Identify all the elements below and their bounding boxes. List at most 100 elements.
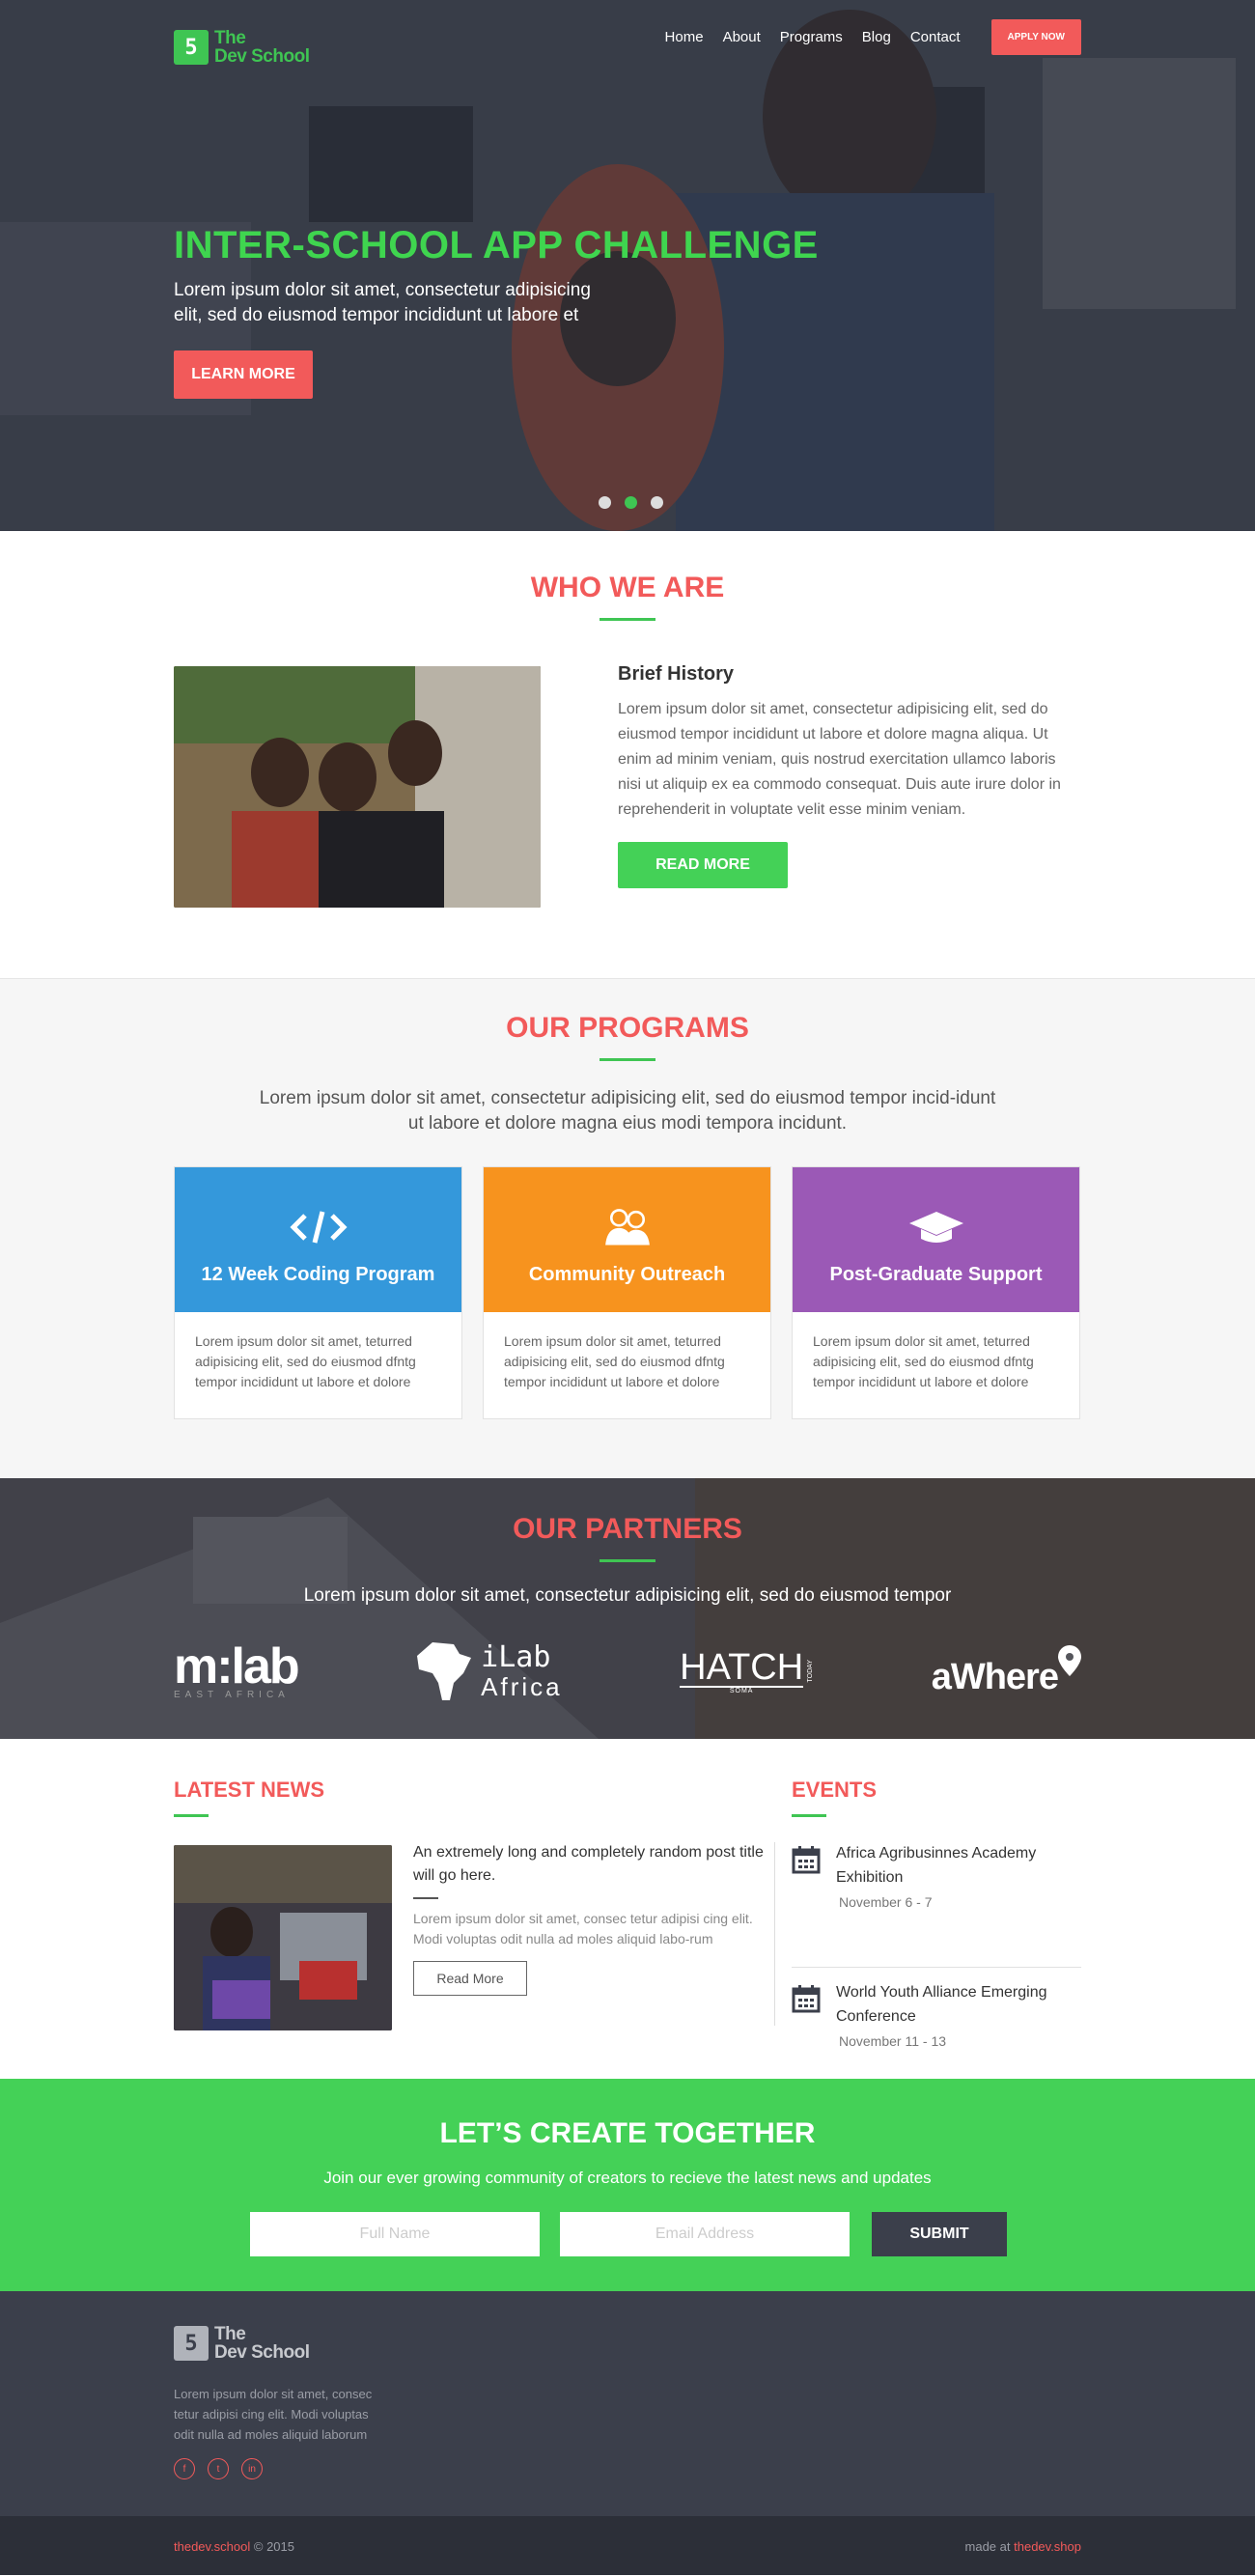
site-logo[interactable]: 5 The Dev School bbox=[174, 28, 310, 67]
signup-form: SUBMIT bbox=[250, 2212, 1007, 2256]
event-date: November 11 - 13 bbox=[839, 2033, 947, 2049]
nav-programs[interactable]: Programs bbox=[780, 29, 843, 45]
twitter-icon[interactable]: t bbox=[208, 2458, 229, 2479]
carousel-dot-1[interactable] bbox=[599, 496, 611, 509]
facebook-icon[interactable]: f bbox=[174, 2458, 195, 2479]
nav-contact[interactable]: Contact bbox=[910, 29, 961, 45]
logo-text: The Dev School bbox=[214, 28, 310, 67]
program-card-text: Lorem ipsum dolor sit amet, teturred adi… bbox=[195, 1333, 416, 1389]
program-card-title: Community Outreach bbox=[528, 1264, 726, 1285]
title-underline bbox=[600, 618, 655, 621]
learn-more-button[interactable]: LEARN MORE bbox=[174, 350, 313, 399]
copyright: thedev.school © 2015 bbox=[174, 2539, 294, 2554]
program-card-postgrad[interactable]: Post-Graduate Support Lorem ipsum dolor … bbox=[792, 1166, 1080, 1419]
programs-title: OUR PROGRAMS bbox=[506, 1012, 749, 1044]
footer-bottom-bar: thedev.school © 2015 made at thedev.shop bbox=[0, 2516, 1255, 2575]
partner-logo-ilab-sub: Africa bbox=[481, 1672, 563, 1701]
partner-logo-awhere-name: aWhere bbox=[931, 1656, 1059, 1697]
graduation-cap-icon bbox=[908, 1212, 963, 1243]
email-input[interactable] bbox=[560, 2212, 850, 2256]
cta-subtitle: Join our ever growing community of creat… bbox=[323, 2169, 932, 2187]
brief-history-text: Lorem ipsum dolor sit amet, consectetur … bbox=[618, 701, 1061, 818]
carousel-dot-2[interactable] bbox=[625, 496, 637, 509]
nav-about[interactable]: About bbox=[723, 29, 761, 45]
logo-line1: The bbox=[214, 2324, 246, 2344]
partner-logo-mlab-name: m:lab bbox=[174, 1638, 300, 1694]
event-date: November 6 - 7 bbox=[839, 1894, 933, 1910]
calendar-icon bbox=[792, 1985, 821, 2013]
latest-news-title: LATEST NEWS bbox=[174, 1778, 325, 1802]
location-pin-icon bbox=[1057, 1644, 1081, 1676]
footer-about: Lorem ipsum dolor sit amet, consec tetur… bbox=[174, 2387, 373, 2442]
program-card-header: Post-Graduate Support bbox=[793, 1167, 1079, 1312]
news-events-section: LATEST NEWS An extremely long and comple… bbox=[0, 1739, 1255, 2079]
logo-line1: The bbox=[214, 28, 246, 48]
logo-mark-icon: 5 bbox=[174, 2326, 209, 2361]
partner-logo-ilab-name: iLab bbox=[481, 1640, 551, 1674]
made-at-label: made at bbox=[964, 2539, 1011, 2554]
programs-intro: Lorem ipsum dolor sit amet, consectetur … bbox=[259, 1088, 996, 1134]
newsletter-section: LET’S CREATE TOGETHER Join our ever grow… bbox=[0, 2079, 1255, 2291]
hero-subtitle: Lorem ipsum dolor sit amet, consectetur … bbox=[174, 280, 591, 325]
event-item[interactable]: World Youth Alliance Emerging Conference… bbox=[792, 1980, 1081, 2049]
logo-text: The Dev School bbox=[214, 2324, 310, 2363]
site-link[interactable]: thedev.school bbox=[174, 2539, 250, 2554]
partner-logo-hatch[interactable]: HATCH SOMA TODAY bbox=[680, 1649, 814, 1694]
programs-section: OUR PROGRAMS Lorem ipsum dolor sit amet,… bbox=[0, 978, 1255, 1478]
nav-blog[interactable]: Blog bbox=[862, 29, 891, 45]
partner-logo-ilab[interactable]: iLab Africa bbox=[415, 1640, 562, 1702]
calendar-icon bbox=[792, 1846, 821, 1874]
submit-button[interactable]: SUBMIT bbox=[872, 2212, 1007, 2256]
news-read-more-button[interactable]: Read More bbox=[413, 1961, 527, 1996]
shop-link[interactable]: thedev.shop bbox=[1014, 2539, 1081, 2554]
program-card-header: Community Outreach bbox=[484, 1167, 770, 1312]
partners-section: OUR PARTNERS Lorem ipsum dolor sit amet,… bbox=[0, 1478, 1255, 1739]
title-underline bbox=[174, 1814, 209, 1817]
event-name: Africa Agribusinnes Academy Exhibition bbox=[836, 1845, 1037, 1886]
logo-mark-icon: 5 bbox=[174, 30, 209, 65]
who-we-are-title: WHO WE ARE bbox=[530, 572, 725, 603]
title-underline bbox=[792, 1814, 826, 1817]
program-card-coding[interactable]: 12 Week Coding Program Lorem ipsum dolor… bbox=[174, 1166, 462, 1419]
partner-logo-mlab-sub: EAST AFRICA bbox=[174, 1689, 290, 1700]
program-card-title: 12 Week Coding Program bbox=[201, 1264, 435, 1285]
footer-logo[interactable]: 5 The Dev School bbox=[174, 2324, 310, 2363]
column-divider bbox=[774, 1842, 775, 2026]
news-post-excerpt: Lorem ipsum dolor sit amet, consec tetur… bbox=[413, 1911, 753, 1946]
news-post: An extremely long and completely random … bbox=[413, 1841, 772, 1996]
partner-logo-hatch-sub: SOMA bbox=[729, 1687, 754, 1694]
partner-logo-hatch-name: HATCH bbox=[680, 1646, 804, 1688]
logo-line2: Dev School bbox=[214, 2342, 310, 2363]
brief-history: Brief History Lorem ipsum dolor sit amet… bbox=[618, 663, 1081, 823]
hero-section: 5 The Dev School Home About Programs Blo… bbox=[0, 0, 1255, 531]
news-divider bbox=[413, 1897, 438, 1899]
brief-history-heading: Brief History bbox=[618, 663, 735, 685]
copyright-year: © 2015 bbox=[253, 2539, 295, 2554]
event-item[interactable]: Africa Agribusinnes Academy Exhibition N… bbox=[792, 1841, 1081, 1910]
latest-news: LATEST NEWS bbox=[174, 1778, 772, 1817]
people-icon bbox=[604, 1209, 650, 1246]
logo-line2: Dev School bbox=[214, 46, 310, 67]
nav-home[interactable]: Home bbox=[665, 29, 704, 45]
students-photo bbox=[174, 666, 541, 908]
event-separator bbox=[792, 1967, 1081, 1968]
code-icon bbox=[289, 1211, 348, 1244]
program-card-outreach[interactable]: Community Outreach Lorem ipsum dolor sit… bbox=[483, 1166, 771, 1419]
linkedin-icon[interactable]: in bbox=[241, 2458, 263, 2479]
who-we-are-section: WHO WE ARE Brief History Lorem ipsum dol… bbox=[0, 531, 1255, 978]
partner-logos: m:lab EAST AFRICA iLab Africa HATCH SOMA… bbox=[174, 1640, 1081, 1702]
program-card-text: Lorem ipsum dolor sit amet, teturred adi… bbox=[504, 1333, 725, 1389]
apply-now-button[interactable]: APPLY NOW bbox=[990, 19, 1081, 55]
partners-intro: Lorem ipsum dolor sit amet, consectetur … bbox=[303, 1585, 952, 1606]
news-post-title[interactable]: An extremely long and completely random … bbox=[413, 1841, 772, 1888]
partner-logo-mlab[interactable]: m:lab EAST AFRICA bbox=[174, 1638, 300, 1700]
read-more-button[interactable]: READ MORE bbox=[618, 842, 788, 888]
title-underline bbox=[600, 1058, 655, 1061]
program-card-title: Post-Graduate Support bbox=[829, 1264, 1043, 1285]
full-name-input[interactable] bbox=[250, 2212, 540, 2256]
partner-logo-awhere[interactable]: aWhere bbox=[931, 1644, 1081, 1698]
main-nav: Home About Programs Blog Contact APPLY N… bbox=[665, 19, 1081, 55]
carousel-dot-3[interactable] bbox=[651, 496, 663, 509]
events-title: EVENTS bbox=[792, 1778, 878, 1802]
africa-map-icon bbox=[417, 1642, 472, 1700]
